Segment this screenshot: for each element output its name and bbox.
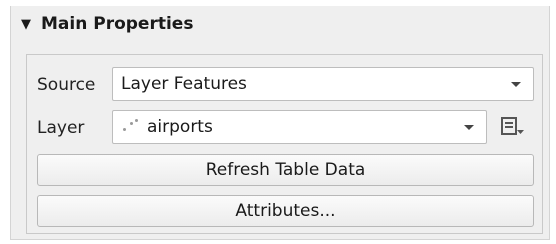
group-body: Source Layer Features Layer airports Ref… <box>26 54 543 234</box>
attributes-button-label: Attributes... <box>235 201 336 221</box>
attributes-button[interactable]: Attributes... <box>37 195 534 227</box>
chevron-down-icon <box>511 82 521 87</box>
layer-value: airports <box>147 117 213 137</box>
source-value: Layer Features <box>121 74 247 94</box>
refresh-button-label: Refresh Table Data <box>205 160 366 180</box>
refresh-table-data-button[interactable]: Refresh Table Data <box>37 154 534 186</box>
source-label: Source <box>37 75 96 95</box>
group-header[interactable]: ▼ Main Properties <box>11 6 193 42</box>
chevron-down-icon <box>464 125 474 130</box>
layer-label: Layer <box>37 118 85 138</box>
point-layer-icon <box>121 118 139 136</box>
main-properties-panel: ▼ Main Properties Source Layer Features … <box>10 6 550 240</box>
caret-down-icon[interactable]: ▼ <box>21 17 31 32</box>
expression-list-icon[interactable] <box>499 113 527 141</box>
source-combobox[interactable]: Layer Features <box>112 67 534 101</box>
layer-combobox[interactable]: airports <box>112 110 487 144</box>
group-title: Main Properties <box>41 14 194 34</box>
